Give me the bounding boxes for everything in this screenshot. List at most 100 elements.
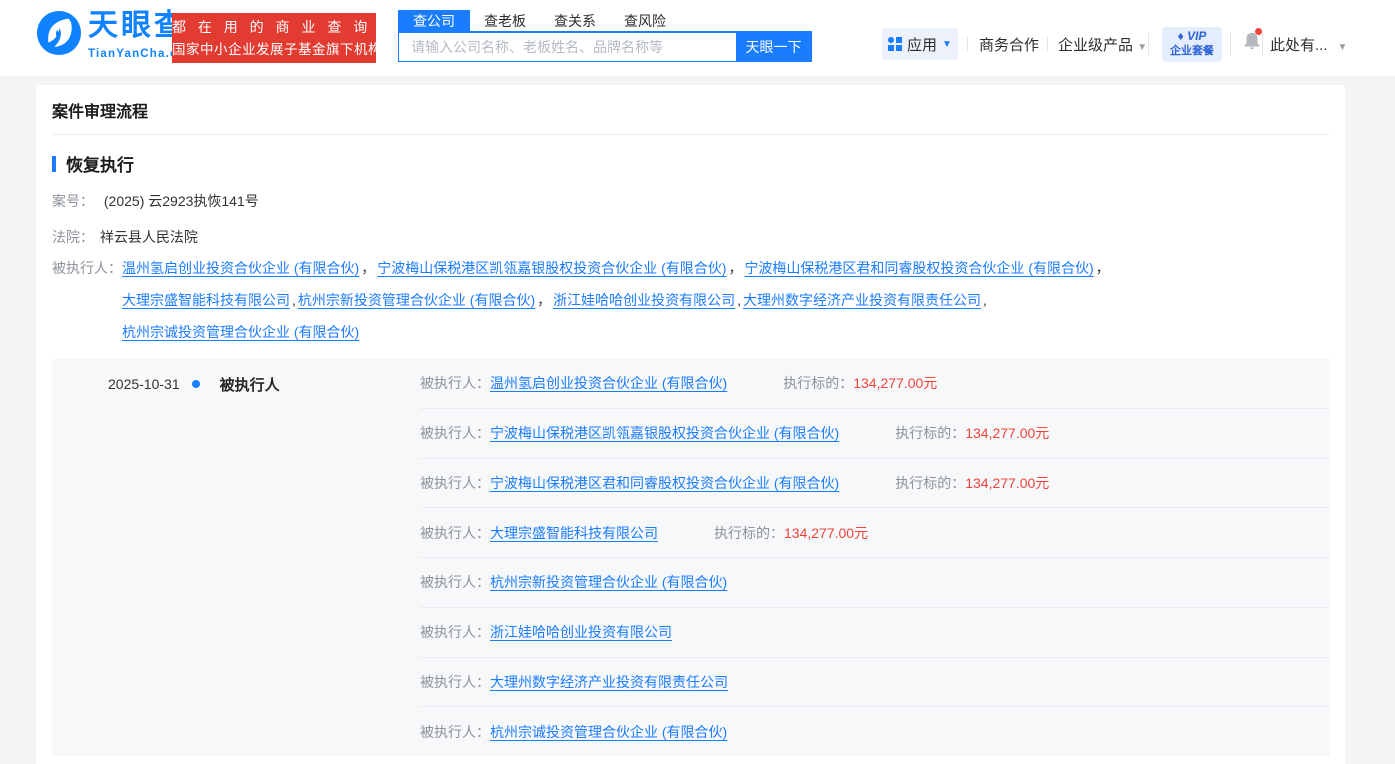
company-link[interactable]: 大理州数字经济产业投资有限责任公司	[490, 672, 728, 692]
table-row: 被执行人：浙江娃哈哈创业投资有限公司	[420, 608, 1330, 658]
defendants-list: 温州氢启创业投资合伙企业 (有限合伙)，宁波梅山保税港区凯瓴嘉银股权投资合伙企业…	[122, 252, 1112, 348]
company-link[interactable]: 杭州宗诚投资管理合伙企业 (有限合伙)	[122, 324, 359, 340]
vip-line2: 企业套餐	[1162, 44, 1222, 58]
company-link[interactable]: 宁波梅山保税港区君和同睿股权投资合伙企业 (有限合伙)	[744, 260, 1093, 276]
timeline-rows: 被执行人：温州氢启创业投资合伙企业 (有限合伙) 执行标的：134,277.00…	[420, 359, 1330, 756]
defendants-line: 温州氢启创业投资合伙企业 (有限合伙)，宁波梅山保税港区凯瓴嘉银股权投资合伙企业…	[122, 252, 1112, 284]
chevron-down-icon: ▼	[1338, 42, 1348, 53]
case-number-value: (2025) 云2923执恢141号	[104, 193, 259, 209]
row-label: 被执行人：	[420, 373, 490, 393]
nav-divider	[1262, 33, 1263, 55]
case-number-line: 案号： (2025) 云2923执恢141号	[52, 190, 1329, 212]
tab-relation[interactable]: 查关系	[540, 10, 610, 33]
separator: ,	[737, 292, 741, 308]
case-number-label: 案号：	[52, 193, 94, 209]
page-title: 案件审理流程	[52, 85, 1329, 135]
amount-label: 执行标的：	[783, 375, 853, 391]
search-button[interactable]: 天眼一下	[736, 33, 811, 61]
row-label: 被执行人：	[420, 622, 490, 642]
row-label: 被执行人：	[420, 572, 490, 592]
amount-group: 执行标的：134,277.00元	[783, 373, 937, 393]
amount-group: 执行标的：134,277.00元	[895, 473, 1049, 493]
timeline-event-title: 被执行人	[220, 374, 280, 395]
amount-value: 134,277.00元	[784, 525, 868, 541]
content-card: 案件审理流程 恢复执行 案号： (2025) 云2923执恢141号 法院： 祥…	[36, 85, 1345, 764]
vip-enterprise-badge[interactable]: ♦ VIP 企业套餐	[1162, 27, 1222, 62]
timeline-event: 2025-10-31 被执行人	[52, 359, 420, 409]
nav-divider	[1230, 33, 1231, 55]
amount-value: 134,277.00元	[965, 475, 1049, 491]
tab-boss[interactable]: 查老板	[470, 10, 540, 33]
row-label: 被执行人：	[420, 672, 490, 692]
company-link[interactable]: 大理宗盛智能科技有限公司	[122, 292, 290, 308]
business-cooperation-link[interactable]: 商务合作	[979, 34, 1039, 55]
enterprise-products-label: 企业级产品	[1058, 37, 1133, 54]
company-link[interactable]: 宁波梅山保税港区凯瓴嘉银股权投资合伙企业 (有限合伙)	[490, 423, 839, 443]
company-link[interactable]: 大理宗盛智能科技有限公司	[490, 523, 658, 543]
slogan-line2: 国家中小企业发展子基金旗下机构	[172, 39, 376, 60]
enterprise-products-link[interactable]: 企业级产品 ▼	[1058, 34, 1147, 55]
company-link[interactable]: 杭州宗新投资管理合伙企业 (有限合伙)	[490, 572, 727, 592]
company-link[interactable]: 宁波梅山保税港区凯瓴嘉银股权投资合伙企业 (有限合伙)	[377, 260, 726, 276]
apps-button[interactable]: 应用 ▼	[882, 28, 958, 60]
row-label: 被执行人：	[420, 473, 490, 493]
row-label: 被执行人：	[420, 423, 490, 443]
row-label: 被执行人：	[420, 722, 490, 742]
notification-bell-icon[interactable]	[1241, 30, 1263, 52]
tianyancha-logo-icon[interactable]	[36, 10, 82, 56]
search-module: 查公司 查老板 查关系 查风险 天眼一下	[398, 10, 812, 62]
section-header: 恢复执行	[52, 151, 1329, 176]
chevron-down-icon: ▼	[1137, 42, 1147, 53]
company-link[interactable]: 温州氢启创业投资合伙企业 (有限合伙)	[122, 260, 359, 276]
top-header: 天眼查 TianYanCha.com 都 在 用 的 商 业 查 询 工 具 国…	[0, 0, 1395, 76]
separator: ，	[361, 260, 375, 276]
separator: ，	[1096, 260, 1110, 276]
nav-divider	[1148, 33, 1149, 55]
tab-company[interactable]: 查公司	[398, 10, 470, 33]
nav-divider	[1047, 36, 1048, 52]
table-row: 被执行人：杭州宗诚投资管理合伙企业 (有限合伙)	[420, 707, 1330, 756]
search-row: 天眼一下	[398, 33, 812, 62]
defendants-label: 被执行人：	[52, 252, 122, 348]
slogan-badge: 都 在 用 的 商 业 查 询 工 具 国家中小企业发展子基金旗下机构	[172, 13, 376, 63]
nav-divider	[967, 36, 968, 52]
account-menu[interactable]: 此处有...▼	[1270, 34, 1347, 55]
company-link[interactable]: 宁波梅山保税港区君和同睿股权投资合伙企业 (有限合伙)	[490, 473, 839, 493]
timeline-left-column: 2025-10-31 被执行人	[52, 359, 420, 756]
section-accent-bar	[52, 156, 56, 172]
table-row: 被执行人：宁波梅山保税港区凯瓴嘉银股权投资合伙企业 (有限合伙) 执行标的：13…	[420, 409, 1330, 459]
vip-line1: ♦ VIP	[1162, 29, 1222, 44]
court-value: 祥云县人民法院	[100, 229, 198, 245]
apps-grid-icon	[888, 37, 902, 51]
row-label: 被执行人：	[420, 523, 490, 543]
timeline-date: 2025-10-31	[108, 376, 180, 392]
amount-label: 执行标的：	[714, 525, 784, 541]
company-link[interactable]: 浙江娃哈哈创业投资有限公司	[490, 622, 672, 642]
separator: ,	[983, 292, 987, 308]
company-link[interactable]: 温州氢启创业投资合伙企业 (有限合伙)	[490, 373, 727, 393]
tab-risk[interactable]: 查风险	[610, 10, 680, 33]
notification-dot	[1255, 28, 1262, 35]
defendants-line: 大理宗盛智能科技有限公司,杭州宗新投资管理合伙企业 (有限合伙)，浙江娃哈哈创业…	[122, 284, 1112, 316]
amount-value: 134,277.00元	[853, 375, 937, 391]
court-label: 法院：	[52, 229, 94, 245]
company-link[interactable]: 浙江娃哈哈创业投资有限公司	[553, 292, 735, 308]
company-link[interactable]: 杭州宗诚投资管理合伙企业 (有限合伙)	[490, 722, 727, 742]
defendants-line: 杭州宗诚投资管理合伙企业 (有限合伙)	[122, 316, 1112, 348]
company-link[interactable]: 杭州宗新投资管理合伙企业 (有限合伙)	[298, 292, 535, 308]
search-tabs: 查公司 查老板 查关系 查风险	[398, 10, 812, 33]
amount-group: 执行标的：134,277.00元	[895, 423, 1049, 443]
defendants-block: 被执行人： 温州氢启创业投资合伙企业 (有限合伙)，宁波梅山保税港区凯瓴嘉银股权…	[52, 252, 1329, 348]
section-title: 恢复执行	[66, 151, 134, 176]
table-row: 被执行人：温州氢启创业投资合伙企业 (有限合伙) 执行标的：134,277.00…	[420, 359, 1330, 409]
timeline-dot-icon	[192, 380, 200, 388]
chevron-down-icon: ▼	[942, 39, 952, 50]
amount-group: 执行标的：134,277.00元	[714, 523, 868, 543]
table-row: 被执行人：大理宗盛智能科技有限公司 执行标的：134,277.00元	[420, 508, 1330, 558]
separator: ，	[728, 260, 742, 276]
table-row: 被执行人：杭州宗新投资管理合伙企业 (有限合伙)	[420, 558, 1330, 608]
table-row: 被执行人：大理州数字经济产业投资有限责任公司	[420, 658, 1330, 708]
company-link[interactable]: 大理州数字经济产业投资有限责任公司	[743, 292, 981, 308]
search-input[interactable]	[399, 33, 736, 61]
amount-label: 执行标的：	[895, 425, 965, 441]
